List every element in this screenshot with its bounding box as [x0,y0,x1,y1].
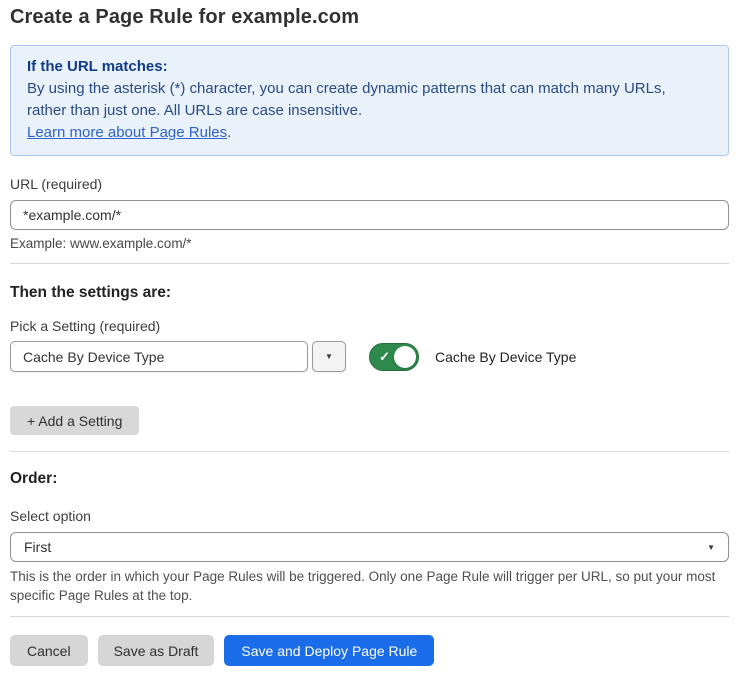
order-select-label: Select option [10,508,729,524]
order-select-value: First [24,539,51,555]
info-callout-heading: If the URL matches: [27,56,712,78]
divider [10,451,729,452]
chevron-down-icon: ▼ [707,543,715,552]
info-callout-link-line: Learn more about Page Rules. [27,122,712,144]
url-input[interactable] [10,200,729,230]
link-suffix: . [227,124,231,141]
form-actions: Cancel Save as Draft Save and Deploy Pag… [10,635,729,666]
toggle-knob [394,346,416,368]
setting-select[interactable]: Cache By Device Type [10,341,308,372]
page-rule-form: Create a Page Rule for example.com If th… [0,0,750,666]
save-and-deploy-button[interactable]: Save and Deploy Page Rule [224,635,434,666]
setting-row: Cache By Device Type ▼ ✓ Cache By Device… [10,341,729,372]
setting-select-value: Cache By Device Type [23,349,164,365]
url-match-info-callout: If the URL matches: By using the asteris… [10,45,729,156]
divider [10,616,729,617]
check-icon: ✓ [379,349,390,365]
divider [10,263,729,264]
url-example-text: Example: www.example.com/* [10,236,729,251]
toggle-label: Cache By Device Type [435,349,576,365]
order-section-heading: Order: [10,470,729,488]
save-as-draft-button[interactable]: Save as Draft [98,635,215,666]
cache-by-device-type-toggle[interactable]: ✓ [369,343,419,371]
settings-section-heading: Then the settings are: [10,284,729,302]
chevron-down-icon: ▼ [325,352,333,361]
order-help-text: This is the order in which your Page Rul… [10,567,729,605]
url-field-label: URL (required) [10,176,729,192]
order-select[interactable]: First ▼ [10,532,729,562]
page-title: Create a Page Rule for example.com [10,6,729,29]
learn-more-link[interactable]: Learn more about Page Rules [27,124,227,141]
setting-select-arrow-button[interactable]: ▼ [312,341,346,372]
info-callout-body: By using the asterisk (*) character, you… [27,78,699,122]
add-setting-button[interactable]: + Add a Setting [10,406,139,435]
cancel-button[interactable]: Cancel [10,635,88,666]
pick-setting-label: Pick a Setting (required) [10,318,729,334]
